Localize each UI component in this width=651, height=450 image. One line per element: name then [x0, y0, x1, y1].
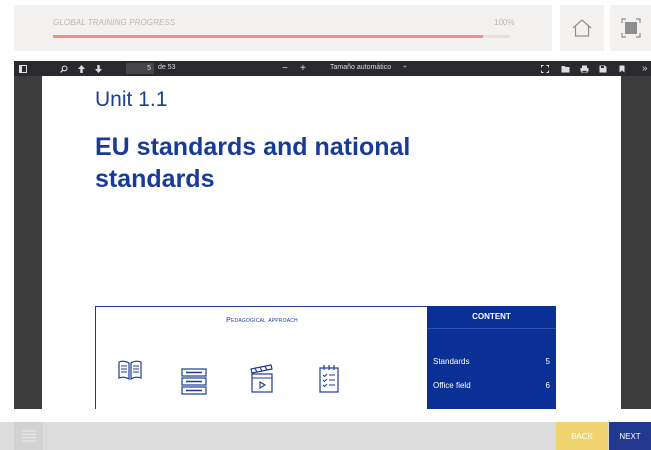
page-number-input[interactable]: 5	[126, 63, 154, 74]
books-stack-icon	[181, 368, 207, 395]
checklist-icon	[319, 365, 339, 393]
progress-percent: 100%	[494, 18, 515, 27]
open-book-icon	[118, 360, 142, 381]
folder-icon	[561, 65, 570, 72]
next-page-button[interactable]	[95, 64, 102, 73]
find-button[interactable]	[60, 64, 68, 73]
sidebar-toggle-icon	[19, 64, 27, 73]
bottom-bar	[0, 422, 651, 450]
fullscreen-button[interactable]	[610, 5, 651, 51]
home-icon	[572, 19, 592, 37]
tools-overflow-button[interactable]: »	[642, 63, 648, 74]
pedagogical-approach-box: Pedagogical approach	[95, 306, 427, 409]
print-button[interactable]	[580, 64, 589, 73]
print-icon	[580, 65, 589, 73]
zoom-select-caret: ÷	[403, 64, 407, 71]
content-row: Office field 6	[433, 381, 550, 390]
fullscreen-icon	[620, 18, 641, 38]
top-bar: GLOBAL TRAINING PROGRESS 100%	[0, 0, 651, 57]
progress-label: GLOBAL TRAINING PROGRESS	[53, 18, 176, 27]
page-count: de 53	[158, 64, 176, 71]
back-button[interactable]: BACK	[556, 422, 608, 450]
menu-icon	[21, 430, 36, 442]
content-row: Standards 5	[433, 357, 550, 366]
clapperboard-icon	[250, 364, 273, 393]
arrow-down-icon	[95, 64, 102, 73]
content-row-label: Office field	[433, 381, 471, 390]
download-button[interactable]	[599, 64, 607, 73]
home-button[interactable]	[560, 5, 604, 51]
content-row-value: 5	[545, 357, 550, 366]
sidebar-toggle-button[interactable]	[19, 64, 27, 73]
zoom-select-value: Tamaño automático	[330, 64, 392, 71]
bookmark-button[interactable]	[619, 64, 625, 73]
search-icon	[60, 64, 68, 73]
presentation-mode-button[interactable]	[541, 64, 549, 73]
arrow-up-icon	[78, 64, 85, 73]
content-header: CONTENT	[427, 306, 556, 329]
pdf-page: Unit 1.1 EU standards and national stand…	[42, 76, 621, 409]
previous-page-button[interactable]	[78, 64, 85, 73]
pdf-toolbar: 5 de 53 − + Tamaño automático ÷ »	[14, 61, 651, 76]
download-icon	[599, 65, 607, 72]
content-box: CONTENT Standards 5 Office field 6	[427, 306, 556, 409]
open-file-button[interactable]	[561, 64, 570, 73]
zoom-out-button[interactable]: −	[282, 63, 288, 74]
zoom-in-button[interactable]: +	[300, 63, 306, 74]
bookmark-icon	[619, 65, 625, 72]
pedagogical-approach-title: Pedagogical approach	[226, 317, 298, 324]
next-button[interactable]: NEXT	[609, 422, 651, 450]
presentation-icon	[541, 64, 549, 73]
content-row-label: Standards	[433, 357, 470, 366]
unit-title: Unit 1.1	[95, 88, 168, 111]
content-row-value: 6	[545, 381, 550, 390]
page-title: EU standards and national standards	[95, 133, 411, 193]
progress-fill	[53, 35, 483, 38]
zoom-select[interactable]: Tamaño automático ÷	[330, 64, 407, 71]
progress-track	[53, 35, 510, 38]
menu-button[interactable]	[14, 422, 43, 450]
global-progress-panel: GLOBAL TRAINING PROGRESS 100%	[14, 5, 552, 51]
